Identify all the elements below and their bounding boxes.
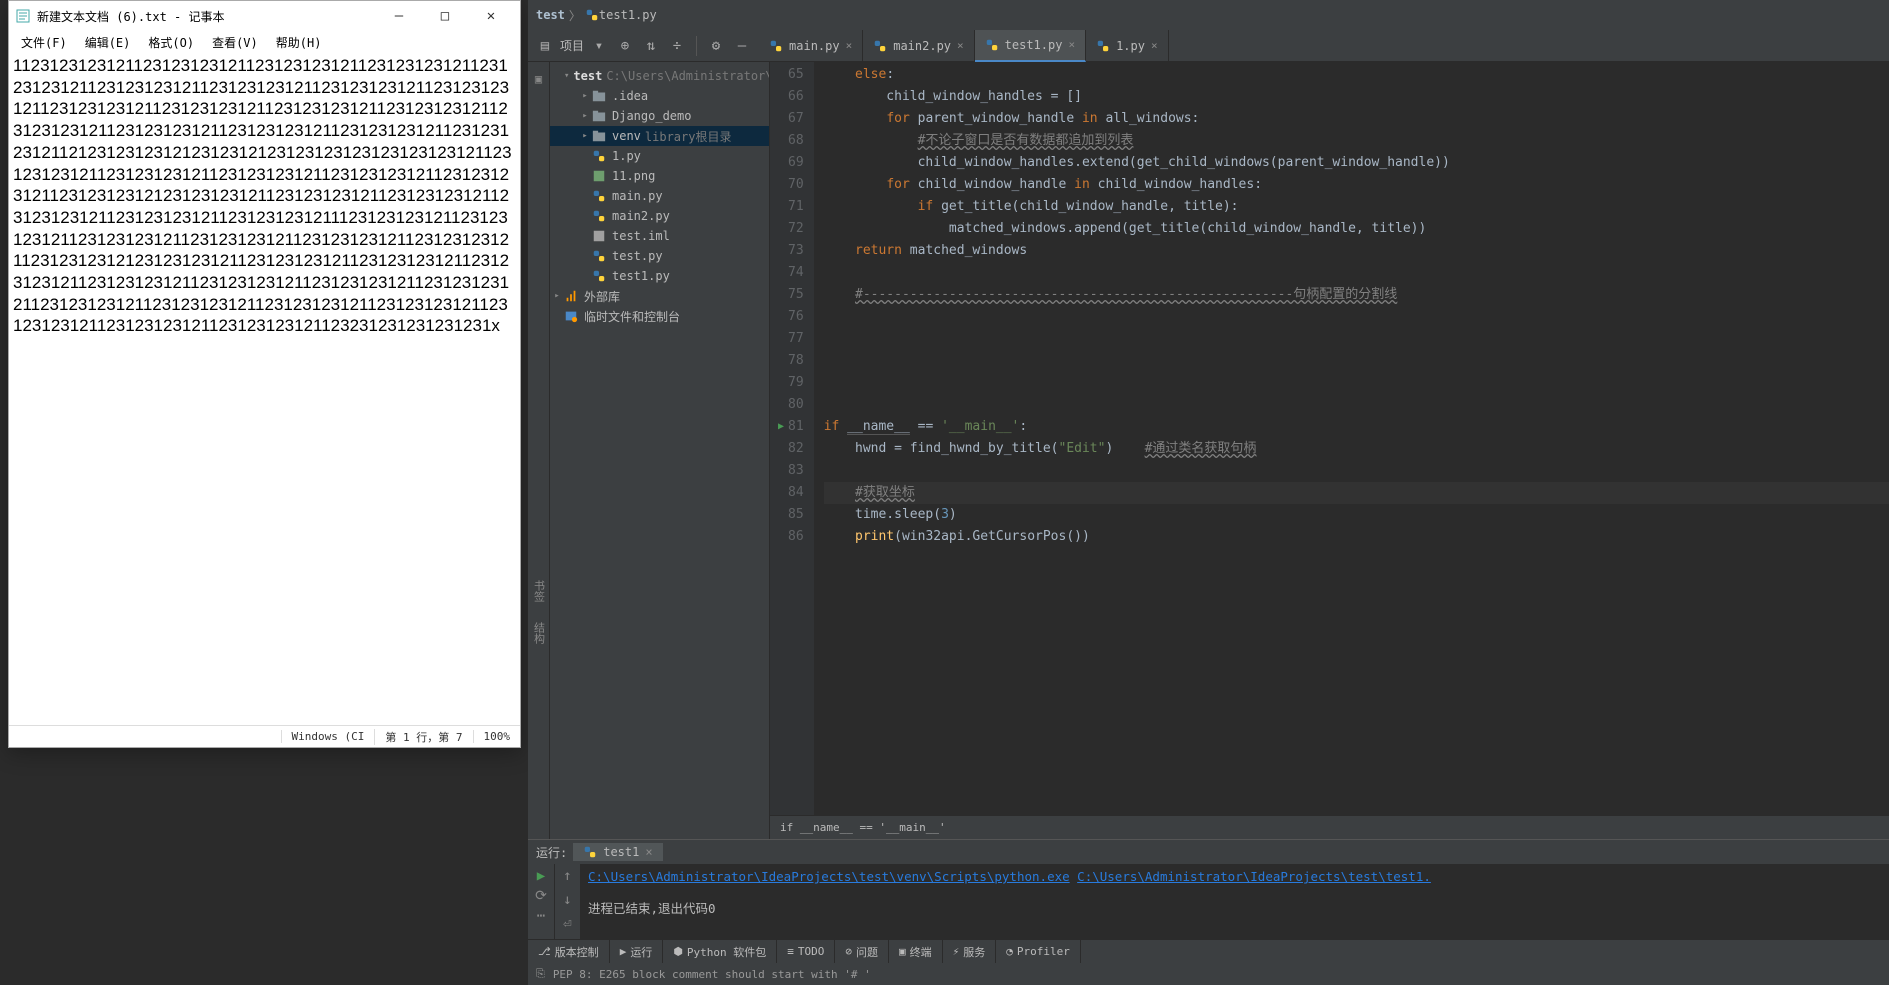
notepad-icon [15,8,31,24]
status-服务[interactable]: ⚡服务 [943,940,997,963]
tree-root[interactable]: ▾testC:\Users\Administrator\Id [550,66,769,86]
menu-view[interactable]: 查看(V) [204,32,266,53]
editor-tab-main2-py[interactable]: main2.py× [863,30,974,62]
status-zoom: 100% [473,730,521,743]
tree-file-main2-py[interactable]: main2.py [550,206,769,226]
menu-help[interactable]: 帮助(H) [268,32,330,53]
status-Python 软件包[interactable]: ⬢Python 软件包 [663,940,777,963]
notepad-statusbar: Windows (CI 第 1 行，第 7 100% [9,725,520,747]
output-link-1[interactable]: C:\Users\Administrator\IdeaProjects\test… [588,869,1070,884]
status-运行[interactable]: ▶运行 [610,940,664,963]
code-breadcrumb[interactable]: if __name__ == '__main__' [770,815,1889,839]
tree-extlib[interactable]: ▸外部库 [550,286,769,306]
line-gutter[interactable]: 65666768697071727374757677787980▶8182838… [770,62,814,815]
status-终端[interactable]: ▣终端 [889,940,943,963]
notepad-titlebar[interactable]: 新建文本文档 (6).txt - 记事本 — □ ✕ [9,1,520,31]
status-position: 第 1 行，第 7 [374,729,472,745]
tree-folder-venv[interactable]: ▸venvlibrary根目录 [550,126,769,146]
minimize-button[interactable]: — [376,1,422,31]
tree-file-test1-py[interactable]: test1.py [550,266,769,286]
run-controls: ▶ ⟳ ⋯ [528,864,554,939]
crumb-root[interactable]: test [536,8,565,22]
run-controls-2: ↑ ↓ ⏎ [554,864,580,939]
menu-edit[interactable]: 编辑(E) [77,32,139,53]
expand-icon[interactable]: ⇅ [640,35,662,57]
notepad-textarea[interactable]: 1123123123121123123123121123123123121123… [9,53,520,725]
hide-icon[interactable]: — [731,35,753,57]
tree-file-11-png[interactable]: 11.png [550,166,769,186]
up-icon[interactable]: ↑ [563,868,571,884]
code-editor[interactable]: else: child_window_handles = [] for pare… [814,62,1889,815]
ide-breadcrumb: test 〉 test1.py [528,0,1889,30]
editor-area: 65666768697071727374757677787980▶8182838… [770,62,1889,839]
run-config-tab[interactable]: test1 × [573,843,662,861]
ide-statusbar: ⎇版本控制▶运行⬢Python 软件包≡TODO⊘问题▣终端⚡服务◔Profil… [528,939,1889,963]
tree-folder-Django_demo[interactable]: ▸Django_demo [550,106,769,126]
run-panel: 运行: test1 × ▶ ⟳ ⋯ ↑ ↓ ⏎ C:\Users\Adminis… [528,839,1889,939]
editor-tab-test1-py[interactable]: test1.py× [975,30,1086,62]
project-tool-icon[interactable]: ▤ [534,35,556,57]
structure-tab[interactable]: 结构 [531,622,547,644]
pep-hint: ⎘ PEP 8: E265 block comment should start… [528,963,1889,985]
maximize-button[interactable]: □ [422,1,468,31]
left-side-tabs: 书签 结构 [528,300,550,644]
more-icon[interactable]: ⋯ [537,908,545,924]
stop-icon[interactable]: ⟳ [535,888,547,904]
tree-file-test-iml[interactable]: test.iml [550,226,769,246]
status-版本控制[interactable]: ⎇版本控制 [528,940,610,963]
editor-tab-main-py[interactable]: main.py× [759,30,863,62]
collapse-icon[interactable]: ÷ [666,35,688,57]
tree-folder-.idea[interactable]: ▸.idea [550,86,769,106]
tree-file-test-py[interactable]: test.py [550,246,769,266]
notepad-title: 新建文本文档 (6).txt - 记事本 [37,8,376,25]
tree-file-1-py[interactable]: 1.py [550,146,769,166]
project-tree-panel: ▾testC:\Users\Administrator\Id▸.idea▸Dja… [550,62,770,839]
editor-tabs: main.py×main2.py×test1.py×1.py× [759,30,1169,61]
close-button[interactable]: ✕ [468,1,514,31]
ide-window: test 〉 test1.py ▤ 项目 ▾ ⊕ ⇅ ÷ ⚙ — main.py… [528,0,1889,985]
soft-wrap-icon[interactable]: ⏎ [563,916,571,932]
gear-icon[interactable]: ⚙ [705,35,727,57]
tree-file-main-py[interactable]: main.py [550,186,769,206]
copy-icon[interactable]: ⎘ [536,967,545,981]
target-icon[interactable]: ⊕ [614,35,636,57]
output-link-2[interactable]: C:\Users\Administrator\IdeaProjects\test… [1077,869,1431,884]
run-label: 运行: [536,844,567,861]
status-TODO[interactable]: ≡TODO [777,940,835,963]
run-output[interactable]: C:\Users\Administrator\IdeaProjects\test… [580,864,1889,939]
crumb-file[interactable]: test1.py [599,8,657,22]
notepad-window: 新建文本文档 (6).txt - 记事本 — □ ✕ 文件(F) 编辑(E) 格… [8,0,521,748]
notepad-menubar: 文件(F) 编辑(E) 格式(O) 查看(V) 帮助(H) [9,31,520,53]
project-rail-icon[interactable]: ▣ [535,72,542,86]
exit-message: 进程已结束,退出代码0 [588,900,1881,918]
status-Profiler[interactable]: ◔Profiler [996,940,1081,963]
status-encoding: Windows (CI [281,730,375,743]
ide-toolbar-row: ▤ 项目 ▾ ⊕ ⇅ ÷ ⚙ — main.py×main2.py×test1.… [528,30,1889,62]
python-icon [583,845,597,859]
menu-file[interactable]: 文件(F) [13,32,75,53]
status-问题[interactable]: ⊘问题 [835,940,889,963]
project-label[interactable]: 项目 [560,37,584,54]
down-icon[interactable]: ↓ [563,892,571,908]
bookmarks-tab[interactable]: 书签 [531,580,547,602]
menu-format[interactable]: 格式(O) [140,32,202,53]
python-icon [585,8,599,22]
rerun-icon[interactable]: ▶ [537,868,545,884]
editor-tab-1-py[interactable]: 1.py× [1086,30,1169,62]
tree-scratch[interactable]: 临时文件和控制台 [550,306,769,326]
